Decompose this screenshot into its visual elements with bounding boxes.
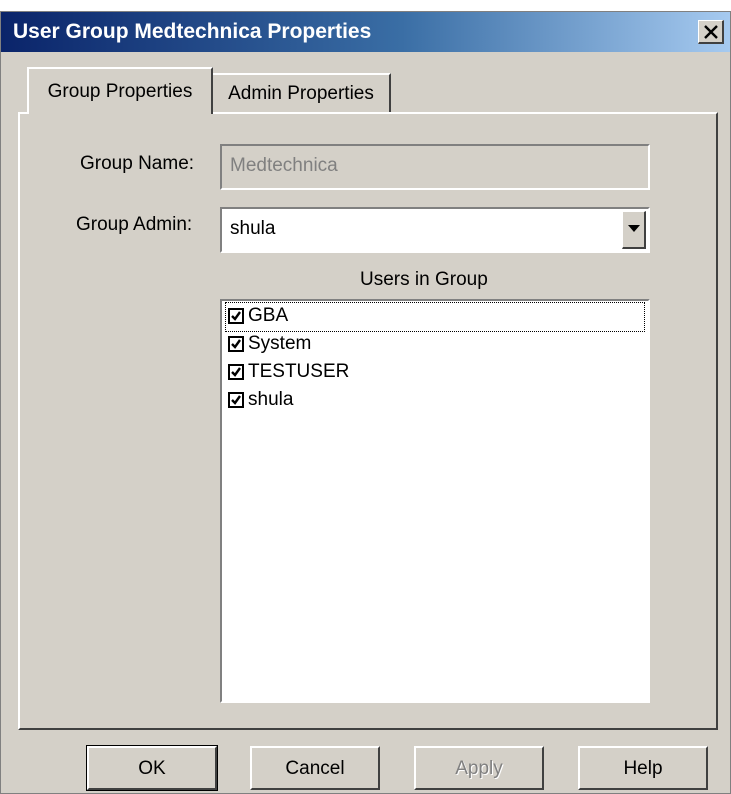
window-title: User Group Medtechnica Properties <box>13 20 372 43</box>
checkmark-icon <box>231 395 241 405</box>
testuser-checkbox[interactable] <box>228 364 244 380</box>
dropdown-button[interactable] <box>622 211 646 249</box>
gba-checkbox[interactable] <box>228 308 244 324</box>
tab-admin-properties[interactable]: Admin Properties <box>213 73 391 114</box>
users-in-group-label: Users in Group <box>360 269 488 290</box>
ok-button[interactable]: OK <box>86 745 218 791</box>
cancel-button[interactable]: Cancel <box>250 746 380 790</box>
shula-checkbox[interactable] <box>228 392 244 408</box>
group-name-label: Group Name: <box>80 153 195 174</box>
group-name-field: Medtechnica <box>220 144 650 190</box>
checkmark-icon <box>231 311 241 321</box>
list-item-gba[interactable]: GBA <box>225 302 645 332</box>
list-item-label: GBA <box>248 305 289 326</box>
system-checkbox[interactable] <box>228 336 244 352</box>
tab-group-properties[interactable]: Group Properties <box>27 67 213 114</box>
list-item-label: shula <box>248 389 294 410</box>
checkmark-icon <box>231 367 241 377</box>
help-button[interactable]: Help <box>578 746 708 790</box>
group-admin-select[interactable]: shula <box>220 207 650 253</box>
group-admin-value: shula <box>230 218 276 239</box>
chevron-down-icon <box>628 225 640 232</box>
tab-group-properties-label: Group Properties <box>47 81 193 102</box>
users-list[interactable]: GBA System TESTUSER shula <box>220 299 650 703</box>
apply-button[interactable]: Apply <box>414 746 544 790</box>
title-bar[interactable]: User Group Medtechnica Properties <box>1 12 730 52</box>
close-icon <box>704 25 718 39</box>
group-admin-label: Group Admin: <box>76 214 193 235</box>
checkmark-icon <box>231 339 241 349</box>
list-item-label: TESTUSER <box>248 361 350 382</box>
list-item-label: System <box>248 333 312 354</box>
properties-dialog: User Group Medtechnica Properties Group … <box>0 11 731 794</box>
tab-admin-properties-label: Admin Properties <box>228 83 374 104</box>
close-button[interactable] <box>698 20 724 44</box>
